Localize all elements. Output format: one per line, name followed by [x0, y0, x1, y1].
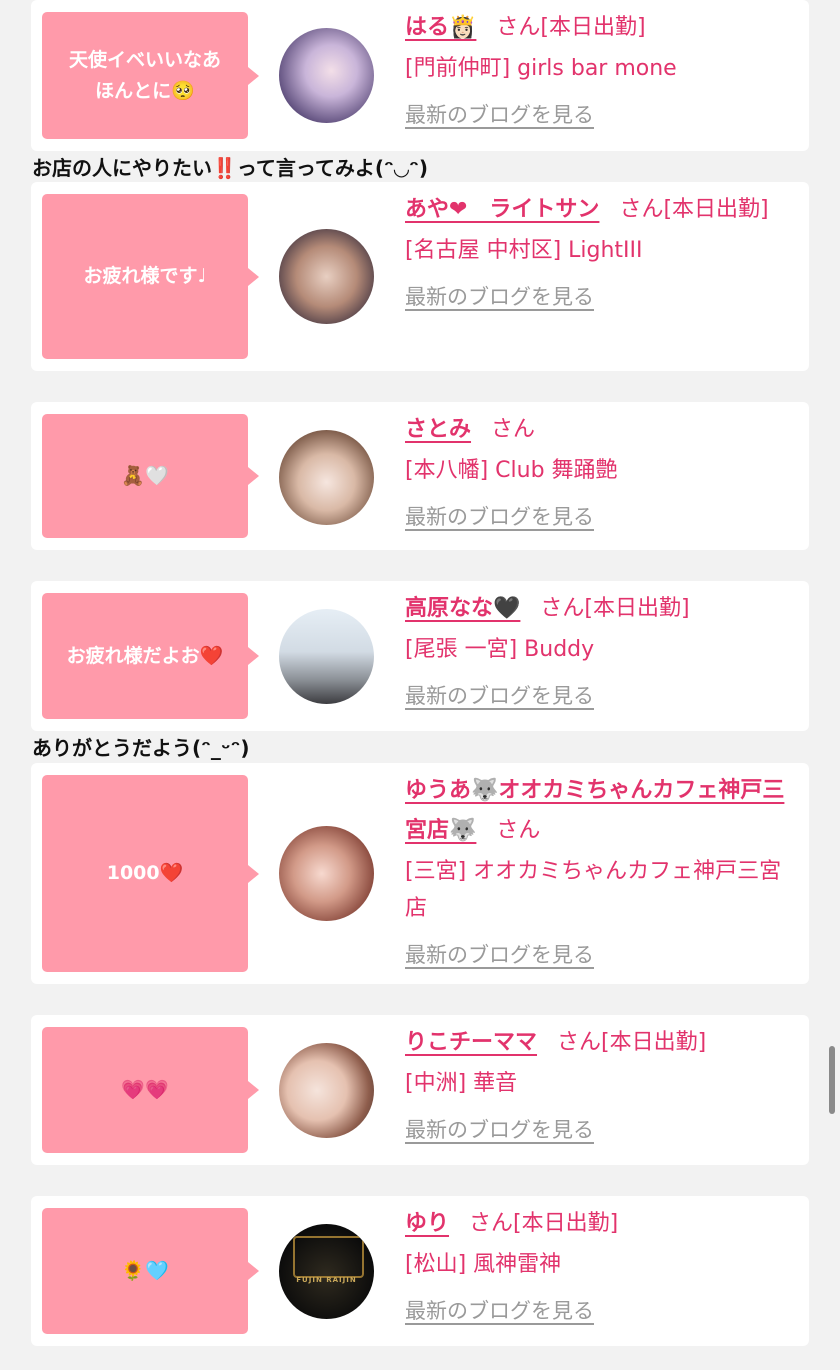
avatar[interactable] [279, 826, 374, 921]
shop-info: [門前仲町] girls bar mone [405, 56, 677, 81]
shop-info: [中洲] 華音 [405, 1071, 518, 1096]
list-item: 💗💗 りこチーママ さん[本日出勤] [中洲] 華音 最新のブログを見る [31, 1015, 809, 1165]
shop-info: [三宮] オオカミちゃんカフェ神戸三宮店 [405, 859, 782, 921]
message-bubble: お疲れ様だよお❤️ [42, 593, 259, 719]
status-text: さん[本日出勤] [619, 197, 769, 222]
message-bubble: 💗💗 [42, 1027, 259, 1153]
message-list: 天使イベいいなあ ほんとに🥺 はる👸🏻 さん[本日出勤] [門前仲町] girls… [0, 0, 840, 1370]
message-bubble: お疲れ様です♩ [42, 194, 259, 359]
latest-blog-link[interactable]: 最新のブログを見る [405, 97, 594, 133]
list-item: 天使イベいいなあ ほんとに🥺 はる👸🏻 さん[本日出勤] [門前仲町] girls… [31, 0, 809, 151]
status-text: さん[本日出勤] [540, 596, 690, 621]
avatar[interactable] [279, 28, 374, 123]
avatar-logo-text: FUJIN RAIJIN [296, 1276, 357, 1284]
status-text: さん [491, 417, 536, 442]
list-item: お疲れ様です♩ あや❤︎ ライトサン さん[本日出勤] [名古屋 中村区] Lig… [31, 182, 809, 371]
list-item: 🌻🩵 FUJIN RAIJIN ゆり さん[本日出勤] [松山] 風神雷神 最新の… [31, 1196, 809, 1346]
status-text: さん[本日出勤] [557, 1030, 707, 1055]
latest-blog-link[interactable]: 最新のブログを見る [405, 678, 594, 714]
avatar[interactable] [279, 1043, 374, 1138]
status-text: さん [496, 818, 541, 843]
shop-info: [名古屋 中村区] LightIII [405, 238, 643, 263]
cast-name-link[interactable]: ゆり [405, 1211, 449, 1236]
latest-blog-link[interactable]: 最新のブログを見る [405, 1112, 594, 1148]
message-bubble: 🧸🤍 [42, 414, 259, 538]
shop-info: [本八幡] Club 舞踊艶 [405, 458, 618, 483]
latest-blog-link[interactable]: 最新のブログを見る [405, 1293, 594, 1329]
cast-name-link[interactable]: 高原なな🖤 [405, 596, 520, 621]
avatar[interactable] [279, 430, 374, 525]
cast-name-link[interactable]: はる👸🏻 [405, 15, 476, 40]
status-text: さん[本日出勤] [496, 15, 646, 40]
message-bubble: 天使イベいいなあ ほんとに🥺 [42, 12, 259, 139]
avatar[interactable]: FUJIN RAIJIN [279, 1224, 374, 1319]
shop-info: [尾張 一宮] Buddy [405, 637, 595, 662]
comment-caption: お店の人にやりたい‼️って言ってみよ(ᵔ◡ᵔ) [32, 156, 429, 180]
cast-name-link[interactable]: さとみ [405, 417, 471, 442]
cast-name-link[interactable]: ゆうあ🐺オオカミちゃんカフェ神戸三宮店🐺 [405, 778, 784, 843]
list-item: 🧸🤍 さとみ さん [本八幡] Club 舞踊艶 最新のブログを見る [31, 402, 809, 550]
latest-blog-link[interactable]: 最新のブログを見る [405, 937, 594, 973]
message-bubble: 1000❤️ [42, 775, 259, 972]
shop-info: [松山] 風神雷神 [405, 1252, 562, 1277]
status-text: さん[本日出勤] [469, 1211, 619, 1236]
cast-name-link[interactable]: あや❤︎ ライトサン [405, 197, 599, 222]
avatar[interactable] [279, 229, 374, 324]
latest-blog-link[interactable]: 最新のブログを見る [405, 499, 594, 535]
logo-emblem-icon [293, 1236, 364, 1278]
message-bubble: 🌻🩵 [42, 1208, 259, 1334]
cast-name-link[interactable]: りこチーママ [405, 1030, 537, 1055]
comment-caption: ありがとうだよう(ᵔ_ᵕᵔ) [32, 736, 250, 760]
latest-blog-link[interactable]: 最新のブログを見る [405, 279, 594, 315]
avatar[interactable] [279, 609, 374, 704]
list-item: お疲れ様だよお❤️ 高原なな🖤 さん[本日出勤] [尾張 一宮] Buddy 最新… [31, 581, 809, 731]
vertical-scrollbar[interactable] [829, 1046, 835, 1114]
list-item: 1000❤️ ゆうあ🐺オオカミちゃんカフェ神戸三宮店🐺 さん [三宮] オオカミち… [31, 763, 809, 984]
